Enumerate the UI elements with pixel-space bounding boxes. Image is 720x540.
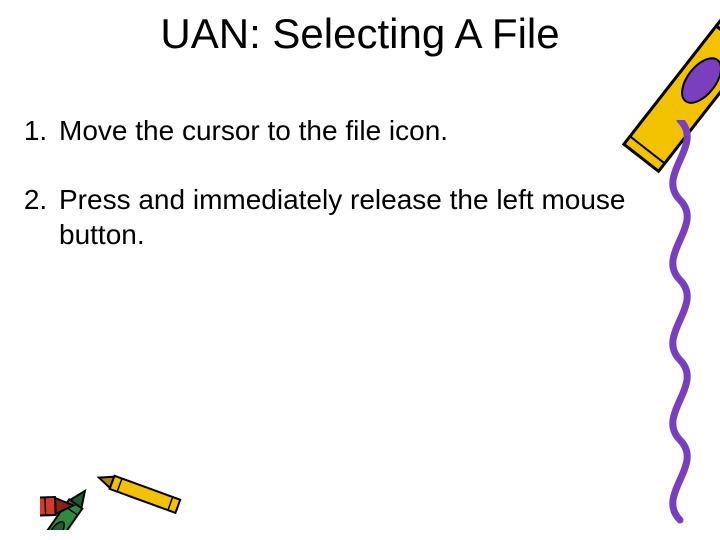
crayon-pile-icon: [40, 410, 220, 535]
page-title: UAN: Selecting A File: [0, 0, 720, 58]
slide: UAN: Selecting A File Move the cursor to…: [0, 0, 720, 540]
list-item: Press and immediately release the left m…: [55, 182, 660, 252]
list-item: Move the cursor to the file icon.: [55, 113, 660, 148]
step-list: Move the cursor to the file icon. Press …: [0, 113, 720, 252]
